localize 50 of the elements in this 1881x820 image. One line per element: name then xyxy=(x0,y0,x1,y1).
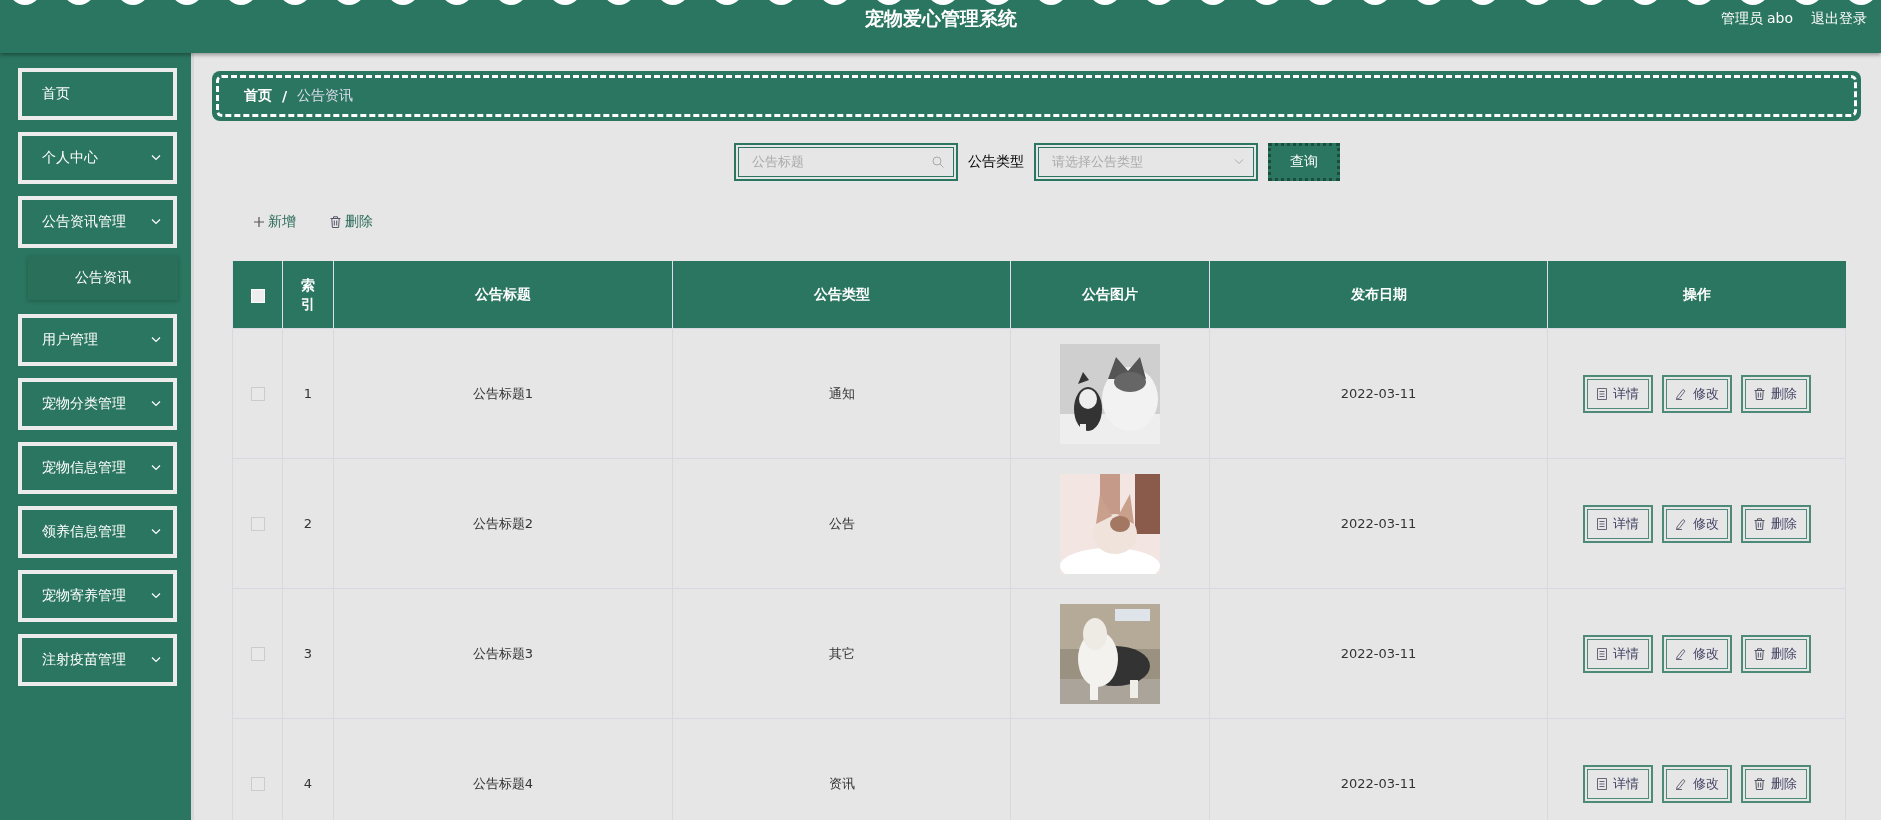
edit-button[interactable]: 修改 xyxy=(1661,634,1732,673)
table-cell: 其它 xyxy=(672,588,1011,719)
column-header: 公告图片 xyxy=(1082,285,1138,302)
delete-button[interactable]: 删除 xyxy=(1740,374,1811,413)
sidebar-item[interactable]: 宠物信息管理 xyxy=(18,442,177,494)
sidebar-item[interactable]: 个人中心 xyxy=(18,132,177,184)
column-header: 索引 xyxy=(301,276,315,313)
column-header: 发布日期 xyxy=(1350,285,1407,302)
column-header: 公告类型 xyxy=(813,285,870,302)
table-cell: 2022-03-11 xyxy=(1209,588,1548,719)
delete-button[interactable]: 删除 xyxy=(1740,634,1811,673)
sidebar-item[interactable]: 公告资讯管理 xyxy=(18,196,177,248)
table-cell: 1 xyxy=(282,328,334,459)
edit-button[interactable]: 修改 xyxy=(1661,764,1732,803)
column-header: 操作 xyxy=(1682,285,1711,302)
table-cell: 3 xyxy=(282,588,334,719)
sidebar-item[interactable]: 宠物分类管理 xyxy=(18,378,177,430)
delete-button[interactable]: 删除 xyxy=(330,213,373,231)
breadcrumb-separator: / xyxy=(282,88,288,104)
detail-button[interactable]: 详情 xyxy=(1582,374,1653,413)
delete-button[interactable]: 删除 xyxy=(1740,504,1811,543)
table-cell: 2 xyxy=(282,458,334,589)
sidebar-item[interactable]: 注射疫苗管理 xyxy=(18,634,177,686)
sidebar-item[interactable]: 宠物寄养管理 xyxy=(18,570,177,622)
sidebar-item[interactable]: 用户管理 xyxy=(18,314,177,366)
column-header: 公告标题 xyxy=(475,285,531,302)
submenu-item[interactable]: 公告资讯 xyxy=(28,256,178,300)
app-title: 宠物爱心管理系统 xyxy=(864,6,1017,31)
edit-button[interactable]: 修改 xyxy=(1661,374,1732,413)
table-cell: 2022-03-11 xyxy=(1209,458,1548,589)
sidebar-item[interactable]: 首页 xyxy=(18,68,177,120)
breadcrumb-item: 公告资讯 xyxy=(297,87,354,105)
table-cell: 公告标题3 xyxy=(333,588,673,719)
add-button[interactable]: 新增 xyxy=(254,213,296,231)
user-label: 管理员 abo xyxy=(1720,10,1793,28)
breadcrumb-item[interactable]: 首页 xyxy=(244,87,272,105)
logout-link[interactable]: 退出登录 xyxy=(1811,10,1867,28)
table-cell: 2022-03-11 xyxy=(1209,328,1548,459)
sidebar-item[interactable]: 领养信息管理 xyxy=(18,506,177,558)
detail-button[interactable]: 详情 xyxy=(1582,764,1653,803)
edit-button[interactable]: 修改 xyxy=(1661,504,1732,543)
detail-button[interactable]: 详情 xyxy=(1582,634,1653,673)
field-label: 公告类型 xyxy=(967,153,1024,171)
table-cell: 公告 xyxy=(672,458,1011,589)
detail-button[interactable]: 详情 xyxy=(1582,504,1653,543)
table-cell: 公告标题1 xyxy=(333,328,673,459)
delete-button[interactable]: 删除 xyxy=(1740,764,1811,803)
query-button[interactable]: 查询 xyxy=(1267,143,1340,181)
table-cell: 通知 xyxy=(672,328,1011,459)
table-cell: 公告标题2 xyxy=(333,458,673,589)
